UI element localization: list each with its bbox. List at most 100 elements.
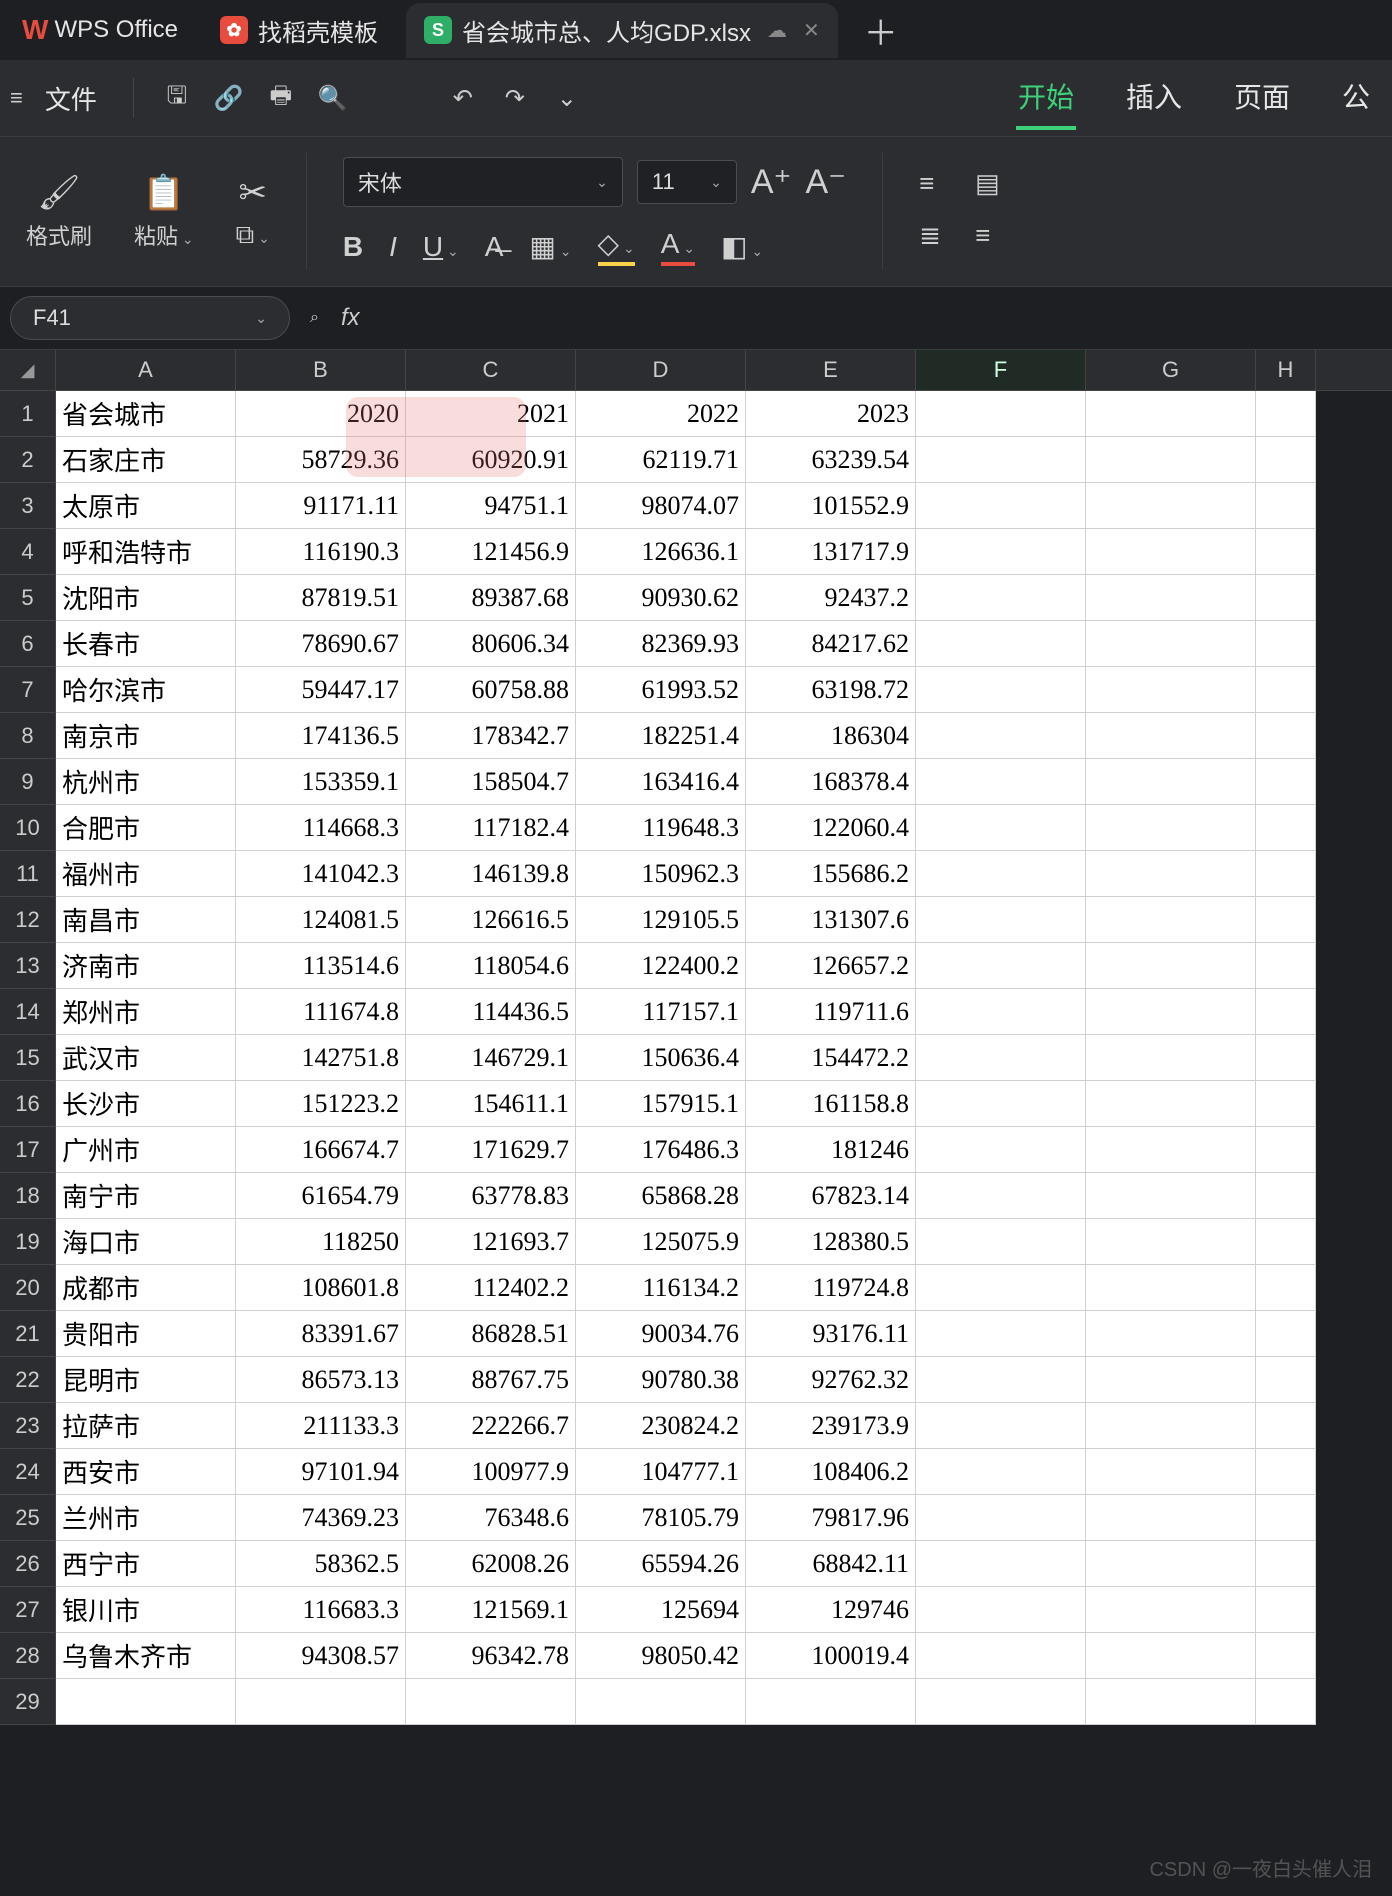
cell[interactable]: 119648.3 (576, 805, 746, 851)
cell[interactable]: 94308.57 (236, 1633, 406, 1679)
cell[interactable]: 128380.5 (746, 1219, 916, 1265)
row-header[interactable]: 27 (0, 1587, 56, 1633)
cell[interactable]: 89387.68 (406, 575, 576, 621)
cell[interactable]: 63239.54 (746, 437, 916, 483)
cell[interactable] (1256, 713, 1316, 759)
cell[interactable]: 125694 (576, 1587, 746, 1633)
cell[interactable]: 济南市 (56, 943, 236, 989)
cell[interactable] (1256, 1035, 1316, 1081)
file-menu[interactable]: 文件 (45, 80, 97, 117)
cell[interactable]: 126616.5 (406, 897, 576, 943)
cell[interactable]: 114436.5 (406, 989, 576, 1035)
format-painter-group[interactable]: 🖌 格式刷 (14, 147, 104, 276)
cell[interactable]: 117157.1 (576, 989, 746, 1035)
cell[interactable] (1086, 805, 1256, 851)
underline-icon[interactable]: U ⌄ (423, 231, 459, 263)
cell[interactable]: 乌鲁木齐市 (56, 1633, 236, 1679)
cell[interactable] (1086, 529, 1256, 575)
dropdown-icon[interactable]: ⌄ (550, 84, 584, 113)
align-top-icon[interactable]: ≡ (919, 168, 955, 204)
cell[interactable]: 113514.6 (236, 943, 406, 989)
cell[interactable]: 150962.3 (576, 851, 746, 897)
cell[interactable]: 108406.2 (746, 1449, 916, 1495)
cell[interactable] (1086, 1173, 1256, 1219)
cell[interactable]: 84217.62 (746, 621, 916, 667)
cell[interactable] (916, 1081, 1086, 1127)
cell[interactable]: 武汉市 (56, 1035, 236, 1081)
row-header[interactable]: 13 (0, 943, 56, 989)
column-header[interactable]: E (746, 350, 916, 390)
cell[interactable] (916, 1357, 1086, 1403)
cell[interactable]: 119711.6 (746, 989, 916, 1035)
cell[interactable] (916, 1311, 1086, 1357)
row-header[interactable]: 1 (0, 391, 56, 437)
cell[interactable]: 121456.9 (406, 529, 576, 575)
cell[interactable]: 2023 (746, 391, 916, 437)
cell[interactable]: 119724.8 (746, 1265, 916, 1311)
font-size-select[interactable]: 11⌄ (637, 160, 737, 204)
save-icon[interactable]: 🖫 (160, 78, 194, 119)
cell[interactable] (1256, 1449, 1316, 1495)
cell[interactable] (236, 1679, 406, 1725)
row-header[interactable]: 26 (0, 1541, 56, 1587)
cell[interactable] (1086, 1541, 1256, 1587)
cell[interactable]: 150636.4 (576, 1035, 746, 1081)
cell[interactable]: 116683.3 (236, 1587, 406, 1633)
cell[interactable]: 171629.7 (406, 1127, 576, 1173)
cell[interactable]: 杭州市 (56, 759, 236, 805)
cell[interactable] (746, 1679, 916, 1725)
cell[interactable] (916, 989, 1086, 1035)
cell[interactable] (1086, 1679, 1256, 1725)
row-header[interactable]: 6 (0, 621, 56, 667)
cell[interactable] (1256, 989, 1316, 1035)
row-header[interactable]: 7 (0, 667, 56, 713)
cell[interactable]: 182251.4 (576, 713, 746, 759)
cell[interactable] (916, 1173, 1086, 1219)
row-header[interactable]: 20 (0, 1265, 56, 1311)
cell[interactable]: 海口市 (56, 1219, 236, 1265)
menu-icon[interactable]: ≡ (10, 85, 23, 111)
cell[interactable] (916, 1587, 1086, 1633)
cell[interactable] (916, 851, 1086, 897)
cell[interactable]: 157915.1 (576, 1081, 746, 1127)
cell[interactable] (1086, 1219, 1256, 1265)
cell[interactable]: 83391.67 (236, 1311, 406, 1357)
cell[interactable] (1256, 943, 1316, 989)
print-icon[interactable]: 🖶 (264, 78, 298, 119)
row-header[interactable]: 25 (0, 1495, 56, 1541)
select-all-corner[interactable]: ◢ (0, 350, 56, 390)
cell[interactable]: 62119.71 (576, 437, 746, 483)
row-header[interactable]: 28 (0, 1633, 56, 1679)
cell[interactable]: 101552.9 (746, 483, 916, 529)
cell[interactable]: 166674.7 (236, 1127, 406, 1173)
row-header[interactable]: 16 (0, 1081, 56, 1127)
cell[interactable]: 118250 (236, 1219, 406, 1265)
border-icon[interactable]: ▦ ⌄ (529, 230, 571, 263)
new-tab-button[interactable]: ＋ (848, 6, 914, 55)
column-header[interactable]: D (576, 350, 746, 390)
cell[interactable] (1086, 391, 1256, 437)
cell[interactable]: 60920.91 (406, 437, 576, 483)
row-header[interactable]: 22 (0, 1357, 56, 1403)
cell[interactable]: 142751.8 (236, 1035, 406, 1081)
cell[interactable]: 100019.4 (746, 1633, 916, 1679)
fx-icon[interactable]: fx (341, 304, 360, 332)
print-preview-icon[interactable]: 🔍 (316, 84, 350, 113)
cell[interactable]: 168378.4 (746, 759, 916, 805)
cell[interactable]: 2021 (406, 391, 576, 437)
cell[interactable]: 97101.94 (236, 1449, 406, 1495)
cell[interactable]: 63198.72 (746, 667, 916, 713)
cell[interactable] (1256, 529, 1316, 575)
cell[interactable] (916, 1679, 1086, 1725)
cell[interactable] (1256, 621, 1316, 667)
cell[interactable]: 131307.6 (746, 897, 916, 943)
row-header[interactable]: 2 (0, 437, 56, 483)
strike-icon[interactable]: A̶ (485, 231, 504, 263)
cell[interactable]: 90930.62 (576, 575, 746, 621)
cells-area[interactable]: 省会城市2020202120222023石家庄市58729.3660920.91… (56, 391, 1316, 1725)
cell[interactable] (1086, 1587, 1256, 1633)
cell[interactable] (1086, 1035, 1256, 1081)
cell[interactable] (916, 667, 1086, 713)
row-header[interactable]: 19 (0, 1219, 56, 1265)
column-header[interactable]: F (916, 350, 1086, 390)
